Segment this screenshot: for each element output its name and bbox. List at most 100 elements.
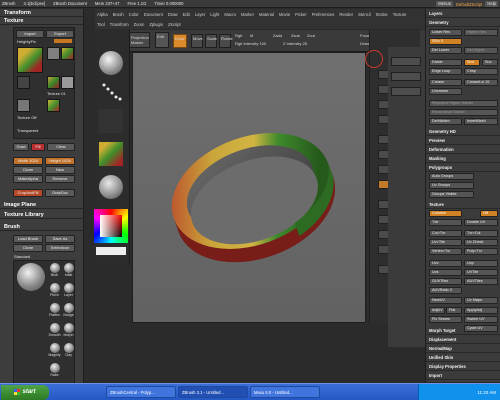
- zsub-toggle[interactable]: Zsub: [291, 33, 300, 38]
- polygroups-header[interactable]: Polygroups: [426, 163, 500, 172]
- menus-button[interactable]: Menus: [436, 1, 453, 7]
- menu-draw[interactable]: Draw: [168, 12, 178, 17]
- taskbar-item-zbrushcentral[interactable]: ZBrushCentral - Polyp...: [106, 386, 176, 398]
- brush-rake[interactable]: Rake: [48, 363, 61, 381]
- brush-layer[interactable]: Layer: [62, 283, 75, 301]
- rgb-toggle[interactable]: Rgb: [235, 33, 242, 38]
- projection-master-button[interactable]: Projection Master: [128, 32, 150, 48]
- transparent-label[interactable]: Transparent: [17, 128, 38, 133]
- edit-button[interactable]: Edit: [155, 32, 169, 48]
- texture-slot-5[interactable]: [61, 76, 74, 89]
- texture-slot-1[interactable]: [47, 47, 60, 60]
- auv-ratio-slider[interactable]: AUVRatio 3: [429, 287, 462, 294]
- z-intensity-slider[interactable]: Z Intensity 25: [283, 41, 307, 46]
- texture-import-button[interactable]: Import: [16, 30, 44, 38]
- vertex-txr-button[interactable]: Vertex>Txr: [429, 248, 462, 255]
- help-button[interactable]: Help: [485, 1, 498, 7]
- texture-slot-2[interactable]: [61, 47, 74, 60]
- texture-slot-4[interactable]: [47, 76, 60, 89]
- guvtiles-button[interactable]: GUVTiles: [429, 278, 462, 285]
- texture-new-button[interactable]: New: [45, 166, 75, 174]
- flat-button[interactable]: Flat: [446, 307, 462, 314]
- load-brush-button[interactable]: Load Brush: [13, 235, 43, 243]
- texture-remove-button[interactable]: Remove: [45, 175, 75, 183]
- menu-marker[interactable]: Marker: [241, 12, 254, 17]
- brush-pinch[interactable]: Pinch: [48, 283, 61, 301]
- geometry-header[interactable]: Geometry: [426, 18, 500, 27]
- higher-res-button[interactable]: Higher Res: [464, 29, 498, 36]
- current-texture-thumbnail[interactable]: [17, 47, 43, 73]
- uvtile-button[interactable]: UVTile: [464, 269, 498, 276]
- tool-slot-2[interactable]: [391, 72, 421, 81]
- texture-slot-7[interactable]: [47, 99, 60, 112]
- brush-magnify[interactable]: Magnify: [48, 343, 61, 361]
- menu-picker[interactable]: Picker: [295, 12, 307, 17]
- uvs-button[interactable]: Uvs: [429, 269, 462, 276]
- uv-tile-button[interactable]: Uv>Tile: [429, 239, 462, 246]
- edge-loop-button[interactable]: Edge Loop: [429, 68, 462, 75]
- brush-inflat[interactable]: Inflat: [62, 263, 75, 281]
- menu-stroke[interactable]: Stroke: [376, 12, 388, 17]
- del-higher-button[interactable]: Del Higher: [464, 47, 498, 54]
- new-uv-button[interactable]: NewUV: [429, 297, 462, 304]
- suv-toggle[interactable]: Suv: [482, 59, 498, 66]
- menu-zoom[interactable]: Zoom: [134, 22, 145, 27]
- texture-export-button[interactable]: Export: [46, 30, 74, 38]
- divide-button[interactable]: Divide: [429, 59, 462, 66]
- material-preview-icon[interactable]: [99, 175, 123, 199]
- brush-clay[interactable]: Clay: [62, 343, 75, 361]
- uncrease-button[interactable]: Uncrease: [429, 88, 462, 95]
- auvtiles-button[interactable]: AUVTiles: [464, 278, 498, 285]
- menu-render[interactable]: Render: [339, 12, 353, 17]
- taskbar-item-zbrush[interactable]: ZBrush 3.1 - Untitled...: [178, 386, 248, 398]
- rgb-intensity-slider[interactable]: Rgb Intensity 100: [235, 41, 266, 46]
- texture-library-header[interactable]: Texture Library: [0, 211, 84, 219]
- texture-height-slider[interactable]: Height 1024: [45, 157, 75, 165]
- brush-menu-header[interactable]: Brush: [0, 223, 84, 231]
- menu-document[interactable]: Document: [144, 12, 163, 17]
- clear-button[interactable]: Clear: [47, 143, 75, 151]
- select-icon-button[interactable]: SelectIcon: [45, 244, 75, 252]
- txr-col-button[interactable]: Txr>Col: [464, 230, 498, 237]
- fill-button[interactable]: Fill: [31, 143, 45, 151]
- menu-texture[interactable]: Texture: [393, 12, 407, 17]
- normal-map-header[interactable]: NormalMap: [426, 344, 500, 353]
- mrgb-toggle[interactable]: M: [250, 33, 253, 38]
- deformation-header[interactable]: Deformation: [426, 145, 500, 154]
- menu-stencil[interactable]: Stencil: [358, 12, 371, 17]
- crease-button[interactable]: Crease: [429, 79, 462, 86]
- tool-slot-1[interactable]: [391, 57, 421, 66]
- texture-preview-icon[interactable]: [99, 142, 123, 166]
- orientation-gizmo-icon[interactable]: [365, 50, 383, 68]
- geometry-hd-header[interactable]: Geometry HD: [426, 127, 500, 136]
- menu-brush[interactable]: Brush: [113, 12, 124, 17]
- menu-light[interactable]: Light: [210, 12, 219, 17]
- draw-button[interactable]: Draw: [173, 34, 187, 48]
- alpha-preview-icon[interactable]: [99, 109, 123, 133]
- colorize-toggle[interactable]: Colorize: [429, 210, 462, 217]
- taskbar-item-maya[interactable]: Maxu 6.0 - Untitled...: [250, 386, 320, 398]
- insert-mesh-button[interactable]: InsertMesh: [464, 118, 498, 125]
- menu-movie[interactable]: Movie: [279, 12, 290, 17]
- col-txr-button[interactable]: Col>Txr: [429, 230, 462, 237]
- standard-brush-preview[interactable]: [17, 263, 45, 291]
- uv-groups-button[interactable]: Uv Groups: [429, 182, 474, 189]
- import-header[interactable]: Import: [426, 371, 500, 380]
- color-picker[interactable]: [94, 209, 128, 243]
- display-properties-header[interactable]: Display Properties: [426, 362, 500, 371]
- crisp-button[interactable]: Crisp: [464, 68, 498, 75]
- groups-visible-button[interactable]: Groups Visible: [429, 191, 474, 198]
- menu-zscript[interactable]: Zscript: [168, 22, 181, 27]
- apply-adj-button[interactable]: ApplyAdj: [464, 307, 498, 314]
- crease-level-slider[interactable]: CreaseLvl 15: [464, 79, 498, 86]
- reconstruct-subdiv-button[interactable]: Reconstruct Subdiv: [429, 109, 498, 116]
- lower-res-button[interactable]: Lower Res: [429, 29, 462, 36]
- brush-preview-icon[interactable]: [99, 51, 123, 75]
- double-uv-button[interactable]: Double UV: [464, 219, 498, 226]
- texture-header[interactable]: Texture: [426, 200, 500, 209]
- displacement-header[interactable]: Displacement: [426, 335, 500, 344]
- menu-alpha[interactable]: Alpha: [97, 12, 108, 17]
- transform-menu-header[interactable]: Transform: [0, 9, 83, 17]
- start-button[interactable]: start: [1, 384, 49, 400]
- brush-smooth[interactable]: Smooth: [48, 323, 61, 341]
